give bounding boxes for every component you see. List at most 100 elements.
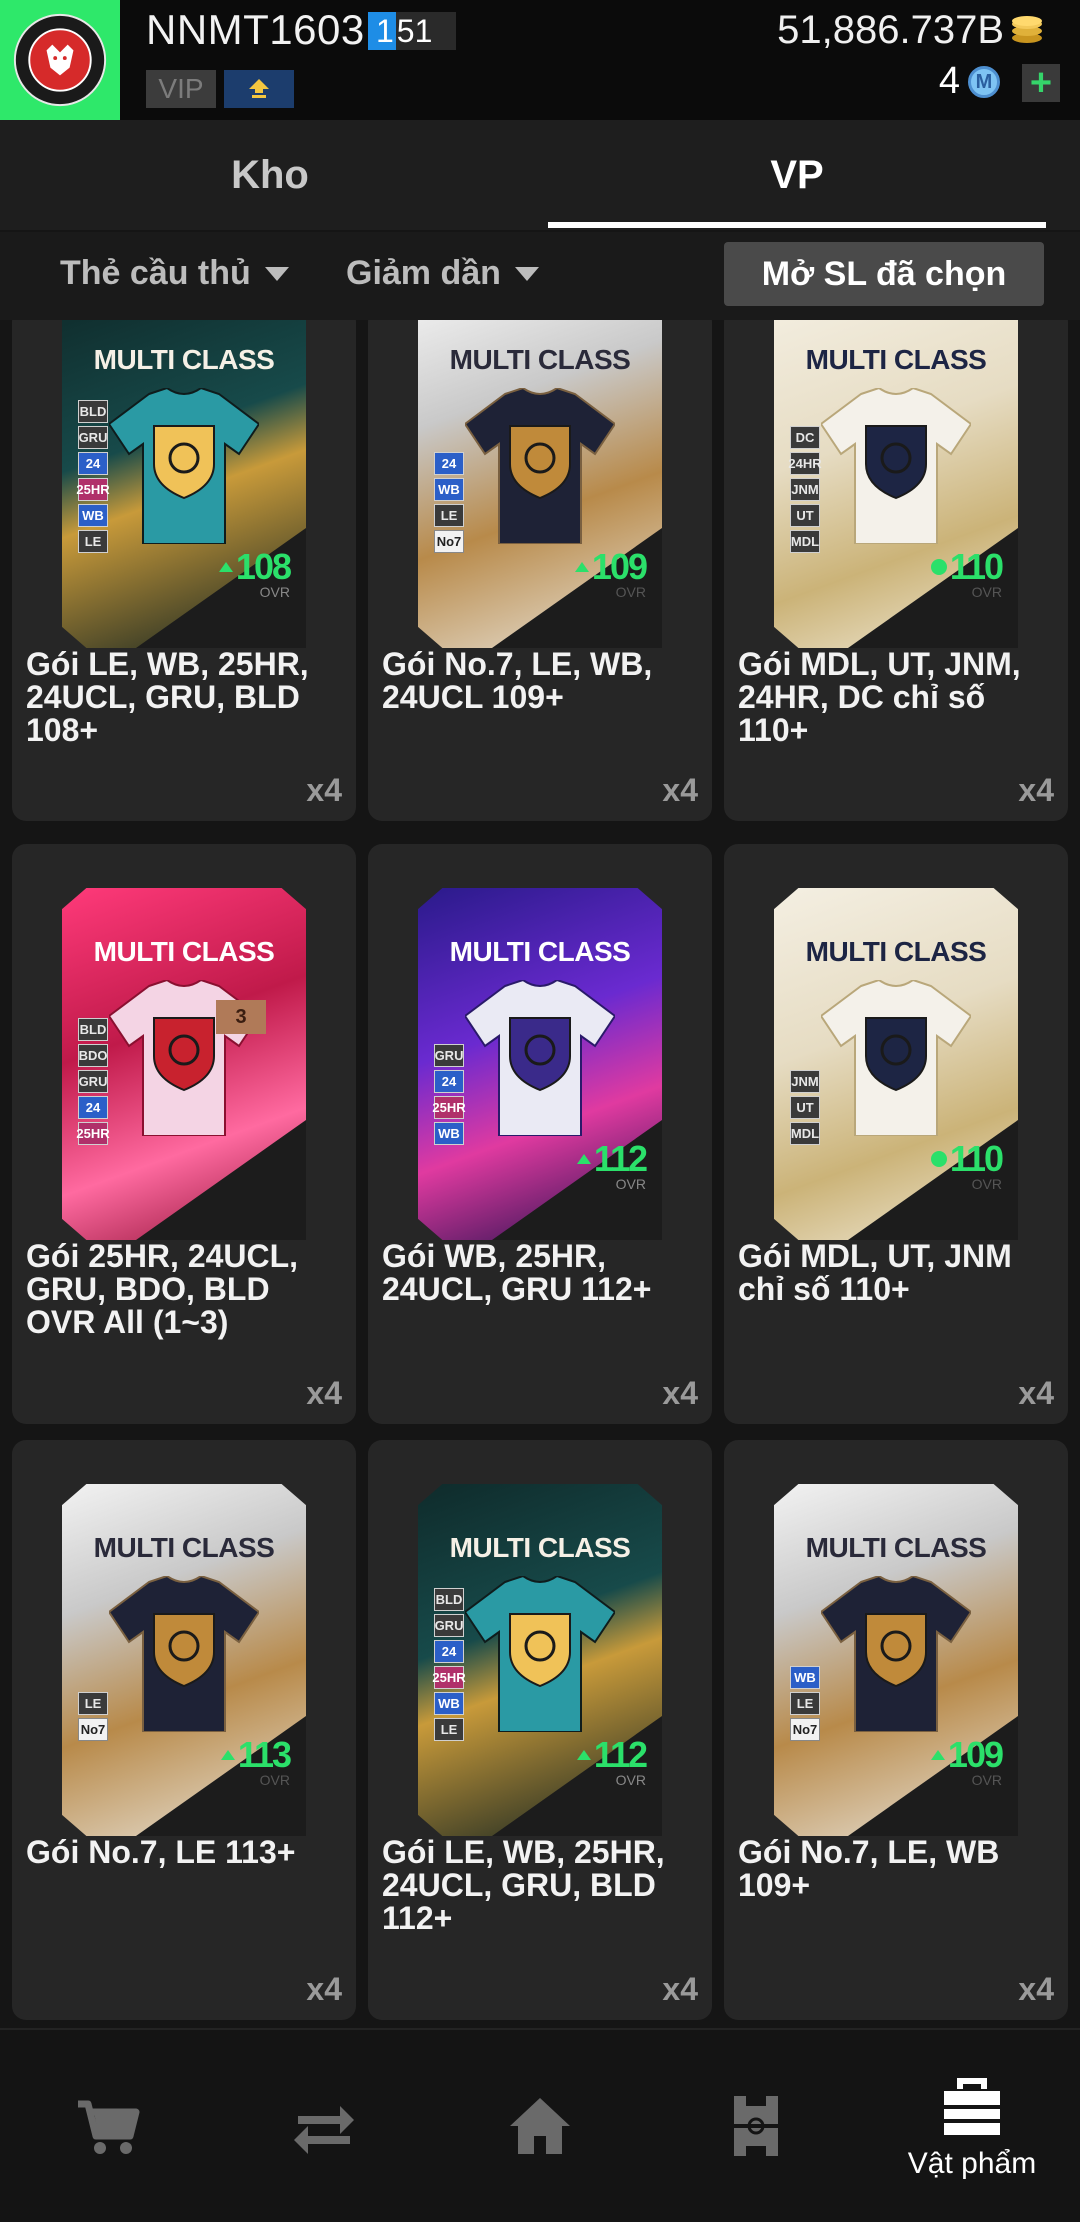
position-chip: MDL: [790, 1122, 820, 1145]
item-quantity: x4: [662, 772, 698, 808]
position-chip: WB: [434, 1692, 464, 1715]
player-card-image: MULTI CLASS 3 BLD BDO GRU 24 25HR: [62, 888, 306, 1240]
nav-home[interactable]: [432, 2030, 648, 2222]
pack-emblem-icon: [509, 1017, 571, 1092]
item-pack-name: Gói MDL, UT, JNM, 24HR, DC chỉ số 110+: [738, 646, 1021, 748]
ovr-up-icon: [574, 562, 589, 572]
add-points-button[interactable]: +: [1022, 64, 1060, 102]
rank-up-badge[interactable]: [224, 70, 294, 108]
position-chip: MDL: [790, 530, 820, 553]
tab-kho[interactable]: Kho: [0, 120, 540, 230]
nav-shop[interactable]: [0, 2030, 216, 2222]
sort-order-dropdown[interactable]: Giảm dần: [346, 254, 539, 293]
card-type-dropdown[interactable]: Thẻ cầu thủ: [60, 254, 289, 293]
vip-badge[interactable]: VIP: [146, 70, 216, 108]
club-logo[interactable]: [0, 0, 120, 120]
upgrade-level-tag: 3: [216, 1000, 266, 1034]
item-pack-tile[interactable]: MULTI CLASS 3 BLD BDO GRU 24 25HR Gói 25HR, …: [12, 844, 356, 1424]
fc-points-count: 4: [938, 60, 960, 102]
position-chip: No7: [790, 1718, 820, 1741]
player-card-image: MULTI CLASS GRU 24 25HR WB 112 OVR: [418, 888, 662, 1240]
position-chip: WB: [790, 1666, 820, 1689]
home-icon: [510, 2098, 570, 2154]
item-pack-tile[interactable]: MULTI CLASS GRU 24 25HR WB 112 OVR Gói WB, …: [368, 844, 712, 1424]
item-pack-tile[interactable]: MULTI CLASS BLD GRU 24 25HR WB LE 112 OVR Gói…: [368, 1440, 712, 2020]
position-chip: BLD: [78, 1018, 108, 1041]
club-crest-icon: [13, 13, 107, 107]
item-pack-tile[interactable]: MULTI CLASS WB LE No7 109 OVR Gói No.7, LE…: [724, 1440, 1068, 2020]
nav-squad[interactable]: [648, 2030, 864, 2222]
level-digit-rest: 51: [396, 12, 433, 49]
card-class-label: MULTI CLASS: [449, 344, 631, 375]
ovr-value: 109: [574, 546, 648, 588]
ovr-block: 112 OVR: [576, 1138, 648, 1192]
item-pack-name: Gói MDL, UT, JNM chỉ số 110+: [738, 1238, 1012, 1307]
pack-emblem-icon: [509, 1613, 571, 1688]
position-chip: LE: [78, 1692, 108, 1715]
item-quantity: x4: [306, 772, 342, 808]
cart-icon: [78, 2100, 140, 2154]
pack-emblem-icon: [865, 1017, 927, 1092]
player-card-image: MULTI CLASS LE No7 113 OVR: [62, 1484, 306, 1836]
ovr-up-icon: [220, 1750, 235, 1760]
nav-items[interactable]: Vật phẩm: [864, 2030, 1080, 2222]
item-pack-name: Gói LE, WB, 25HR, 24UCL, GRU, BLD 108+: [26, 646, 309, 748]
position-chip: JNM: [790, 478, 820, 501]
card-class-label: MULTI CLASS: [449, 1532, 631, 1563]
position-chip-list: GRU 24 25HR WB: [432, 1044, 466, 1145]
card-class-label: MULTI CLASS: [805, 936, 987, 967]
filter-bar: Thẻ cầu thủ Giảm dần Mở SL đã chọn: [0, 232, 1080, 320]
item-pack-tile[interactable]: MULTI CLASS BLD GRU 24 25HR WB LE 108 OVR Gói…: [12, 320, 356, 821]
transfer-icon: [294, 2106, 354, 2154]
chevron-down-icon: [264, 266, 289, 281]
position-chip: 24: [78, 452, 108, 475]
position-chip: 25HR: [432, 1096, 466, 1119]
item-pack-name: Gói No.7, LE, WB, 24UCL 109+: [382, 646, 653, 715]
ovr-value: 109: [930, 1734, 1004, 1776]
nav-transfer[interactable]: [216, 2030, 432, 2222]
chevron-down-icon: [514, 266, 539, 281]
ovr-up-icon: [930, 1151, 947, 1167]
position-chip: BLD: [78, 400, 108, 423]
card-class-label: MULTI CLASS: [805, 1532, 987, 1563]
position-chip: No7: [78, 1718, 108, 1741]
position-chip-list: 24 WB LE No7: [434, 452, 464, 553]
level-badge: 1 51: [368, 12, 456, 50]
bottom-nav: Vật phẩm: [0, 2028, 1080, 2220]
username: NNMT1603: [146, 6, 365, 53]
position-chip: GRU: [434, 1044, 464, 1067]
ovr-up-icon: [576, 1154, 591, 1164]
pack-emblem-icon: [153, 425, 215, 500]
tab-vp[interactable]: VP: [548, 120, 1046, 230]
fc-points-icon: M: [968, 66, 1000, 98]
position-chip: 25HR: [76, 1122, 110, 1145]
coin-stack-icon: [1012, 16, 1042, 43]
open-selected-button[interactable]: Mở SL đã chọn: [724, 242, 1044, 306]
ovr-block: 112 OVR: [576, 1734, 648, 1788]
item-pack-tile[interactable]: MULTI CLASS LE No7 113 OVR Gói No.7, LE 1…: [12, 1440, 356, 2020]
item-pack-tile[interactable]: MULTI CLASS DC 24HR JNM UT MDL 110 OVR Gói M…: [724, 320, 1068, 821]
player-card-image: MULTI CLASS BLD GRU 24 25HR WB LE 112 OVR: [418, 1484, 662, 1836]
position-chip: WB: [434, 1122, 464, 1145]
item-quantity: x4: [306, 1971, 342, 2007]
card-class-label: MULTI CLASS: [93, 1532, 275, 1563]
ovr-value: 110: [930, 546, 1004, 588]
active-tab-indicator: [548, 222, 1046, 228]
position-chip: BDO: [78, 1044, 108, 1067]
position-chip: UT: [790, 1096, 820, 1119]
ovr-block: 108 OVR: [218, 546, 292, 600]
position-chip: GRU: [78, 426, 108, 449]
sort-order-label: Giảm dần: [346, 254, 501, 292]
position-chip: GRU: [78, 1070, 108, 1093]
position-chip: 25HR: [432, 1666, 466, 1689]
item-pack-tile[interactable]: MULTI CLASS 24 WB LE No7 109 OVR Gói No.7, …: [368, 320, 712, 821]
position-chip-list: BLD BDO GRU 24 25HR: [76, 1018, 110, 1145]
item-pack-name: Gói 25HR, 24UCL, GRU, BDO, BLD OVR All (…: [26, 1238, 299, 1340]
position-chip: No7: [434, 530, 464, 553]
card-class-label: MULTI CLASS: [449, 936, 631, 967]
item-pack-tile[interactable]: MULTI CLASS JNM UT MDL 110 OVR Gói MDL, UT…: [724, 844, 1068, 1424]
card-class-label: MULTI CLASS: [93, 344, 275, 375]
position-chip: 24: [434, 1070, 464, 1093]
position-chip: WB: [434, 478, 464, 501]
ovr-block: 110 OVR: [930, 546, 1004, 600]
